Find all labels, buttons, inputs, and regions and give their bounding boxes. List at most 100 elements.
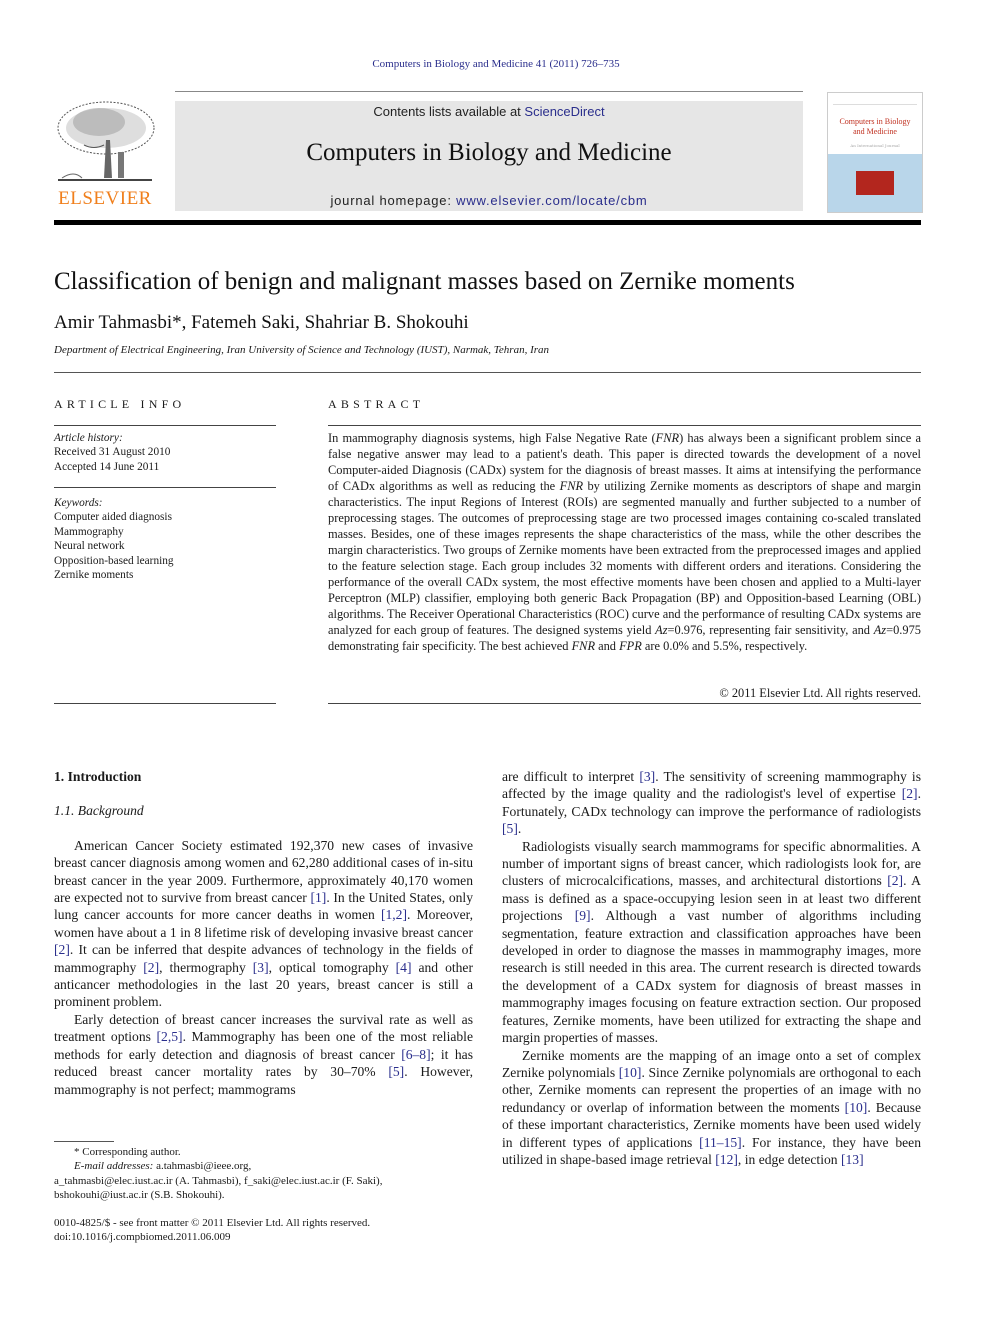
section-heading-introduction: 1. Introduction bbox=[54, 769, 142, 784]
citation-link[interactable]: [2] bbox=[887, 873, 903, 888]
abstract-italic-term: FNR bbox=[559, 479, 584, 493]
email-label: E-mail addresses: bbox=[74, 1160, 154, 1173]
abstract-heading: ABSTRACT bbox=[328, 397, 425, 411]
elsevier-logo[interactable]: ELSEVIER bbox=[54, 100, 156, 212]
footnote-rule bbox=[54, 1141, 114, 1142]
corresponding-author-note: * Corresponding author. bbox=[74, 1146, 181, 1158]
abstract-italic-term: Az bbox=[873, 623, 887, 637]
citation-link[interactable]: [10] bbox=[845, 1100, 868, 1115]
paper-title: Classification of benign and malignant m… bbox=[54, 268, 795, 295]
citation-link[interactable]: [10] bbox=[619, 1065, 642, 1080]
citation-link[interactable]: [6–8] bbox=[401, 1047, 430, 1062]
sciencedirect-link[interactable]: ScienceDirect bbox=[524, 104, 604, 119]
citation-link[interactable]: [12] bbox=[715, 1152, 738, 1167]
subsection-heading-background: 1.1. Background bbox=[54, 803, 144, 819]
abstract-copyright: © 2011 Elsevier Ltd. All rights reserved… bbox=[719, 686, 921, 700]
issn-line: 0010-4825/$ - see front matter © 2011 El… bbox=[54, 1217, 371, 1229]
cover-subtitle: An International Journal bbox=[850, 143, 900, 148]
citation-link[interactable]: [1] bbox=[310, 890, 326, 905]
keyword: Computer aided diagnosis bbox=[54, 511, 172, 524]
email-line[interactable]: a_tahmasbi@elec.iust.ac.ir (A. Tahmasbi)… bbox=[54, 1174, 484, 1188]
article-info-heading: ARTICLE INFO bbox=[54, 397, 186, 411]
keywords-label: Keywords: bbox=[54, 497, 103, 509]
text-run: , in edge detection bbox=[737, 1151, 841, 1167]
abstract-text-run: by utilizing Zernike moments as descript… bbox=[328, 479, 922, 637]
citation-link[interactable]: [9] bbox=[575, 908, 591, 923]
text-run: are difficult to interpret bbox=[502, 769, 640, 784]
abstract-text-run: =0.976, representing fair sensitivity, a… bbox=[667, 623, 874, 637]
left-paragraphs: American Cancer Society estimated 192,37… bbox=[54, 837, 473, 1098]
citation-link[interactable]: [5] bbox=[388, 1064, 404, 1079]
keyword: Zernike moments bbox=[54, 569, 134, 582]
keywords: Keywords: Computer aided diagnosis Mammo… bbox=[54, 496, 174, 582]
journal-cover-thumbnail[interactable]: Computers in Biology and Medicine An Inte… bbox=[827, 92, 923, 213]
text-run: . Although a vast number of algorithms i… bbox=[502, 908, 921, 1046]
journal-masthead: Contents lists available at ScienceDirec… bbox=[175, 101, 803, 211]
journal-title: Computers in Biology and Medicine bbox=[306, 139, 672, 166]
elsevier-tree-icon bbox=[54, 100, 156, 186]
journal-homepage-link[interactable]: www.elsevier.com/locate/cbm bbox=[456, 193, 647, 208]
masthead-top-rule bbox=[175, 91, 803, 92]
abstract-rule bbox=[328, 703, 921, 704]
history-label: Article history: bbox=[54, 432, 123, 444]
affiliation: Department of Electrical Engineering, Ir… bbox=[54, 344, 550, 356]
cover-title-line2: and Medicine bbox=[853, 127, 897, 136]
issn-doi-block: 0010-4825/$ - see front matter © 2011 El… bbox=[54, 1216, 484, 1245]
abstract-text-run: and bbox=[595, 639, 620, 653]
text-run: Radiologists visually search mammograms … bbox=[502, 838, 921, 889]
email-line: E-mail addresses: a.tahmasbi@ieee.org, bbox=[54, 1159, 484, 1173]
abstract-italic-term: FNR bbox=[655, 431, 680, 445]
cover-title: Computers in Biology and Medicine bbox=[828, 117, 922, 137]
abstract-body: In mammography diagnosis systems, high F… bbox=[328, 430, 921, 654]
citation-link[interactable]: [5] bbox=[502, 821, 518, 836]
citation-link[interactable]: [11–15] bbox=[699, 1135, 742, 1150]
contents-line: Contents lists available at ScienceDirec… bbox=[175, 104, 803, 119]
text-run: , thermography bbox=[159, 959, 253, 975]
doi-line[interactable]: doi:10.1016/j.compbiomed.2011.06.009 bbox=[54, 1230, 484, 1244]
citation-link[interactable]: [2] bbox=[143, 960, 159, 975]
right-paragraphs: are difficult to interpret [3]. The sens… bbox=[502, 768, 921, 1168]
received-date: Received 31 August 2010 bbox=[54, 446, 171, 459]
abstract-text-run: In mammography diagnosis systems, high F… bbox=[328, 431, 656, 445]
cover-art bbox=[828, 154, 922, 212]
citation-link[interactable]: [2] bbox=[902, 786, 918, 801]
body-column-right: are difficult to interpret [3]. The sens… bbox=[502, 768, 921, 1168]
abstract-text-run: are 0.0% and 5.5%, respectively. bbox=[641, 639, 808, 653]
abstract-italic-term: Az bbox=[655, 623, 668, 637]
cover-title-line1: Computers in Biology bbox=[839, 117, 911, 126]
abstract-italic-term: FNR bbox=[571, 639, 596, 653]
homepage-prefix: journal homepage: bbox=[330, 193, 457, 208]
article-info-rule bbox=[54, 487, 276, 488]
homepage-line: journal homepage: www.elsevier.com/locat… bbox=[175, 193, 803, 208]
article-info-rule bbox=[54, 703, 276, 704]
author-list: Amir Tahmasbi*, Fatemeh Saki, Shahriar B… bbox=[54, 312, 469, 333]
cover-emblem-icon bbox=[856, 171, 894, 195]
accepted-date: Accepted 14 June 2011 bbox=[54, 460, 160, 473]
footnotes: * Corresponding author. E-mail addresses… bbox=[54, 1145, 484, 1202]
body-paragraph: American Cancer Society estimated 192,37… bbox=[54, 837, 473, 1011]
running-head-journal-citation[interactable]: Computers in Biology and Medicine 41 (20… bbox=[0, 58, 992, 70]
keyword: Opposition-based learning bbox=[54, 554, 174, 567]
citation-link[interactable]: [2] bbox=[54, 942, 70, 957]
article-history: Article history: Received 31 August 2010… bbox=[54, 431, 170, 474]
email-line[interactable]: bshokouhi@iust.ac.ir (S.B. Shokouhi). bbox=[54, 1188, 484, 1202]
keyword: Mammography bbox=[54, 525, 124, 538]
body-paragraph: Radiologists visually search mammograms … bbox=[502, 838, 921, 1047]
citation-link[interactable]: [3] bbox=[639, 769, 655, 784]
abstract-rule bbox=[328, 425, 921, 426]
abstract-italic-term: FPR bbox=[619, 639, 642, 653]
citation-link[interactable]: [2,5] bbox=[157, 1029, 183, 1044]
citation-link[interactable]: [13] bbox=[841, 1152, 864, 1167]
body-paragraph: Zernike moments are the mapping of an im… bbox=[502, 1047, 921, 1169]
body-paragraph: are difficult to interpret [3]. The sens… bbox=[502, 768, 921, 838]
email-1[interactable]: a.tahmasbi@ieee.org, bbox=[153, 1160, 251, 1172]
article-info-rule bbox=[54, 425, 276, 426]
citation-link[interactable]: [3] bbox=[253, 960, 269, 975]
citation-link[interactable]: [4] bbox=[396, 960, 412, 975]
cover-header-strip bbox=[833, 96, 917, 105]
body-column-left: 1. Introduction 1.1. Background American… bbox=[54, 768, 473, 1098]
body-paragraph: Early detection of breast cancer increas… bbox=[54, 1011, 473, 1098]
citation-link[interactable]: [1,2] bbox=[381, 907, 407, 922]
masthead-bottom-rule bbox=[54, 220, 921, 225]
contents-prefix: Contents lists available at bbox=[373, 104, 525, 119]
